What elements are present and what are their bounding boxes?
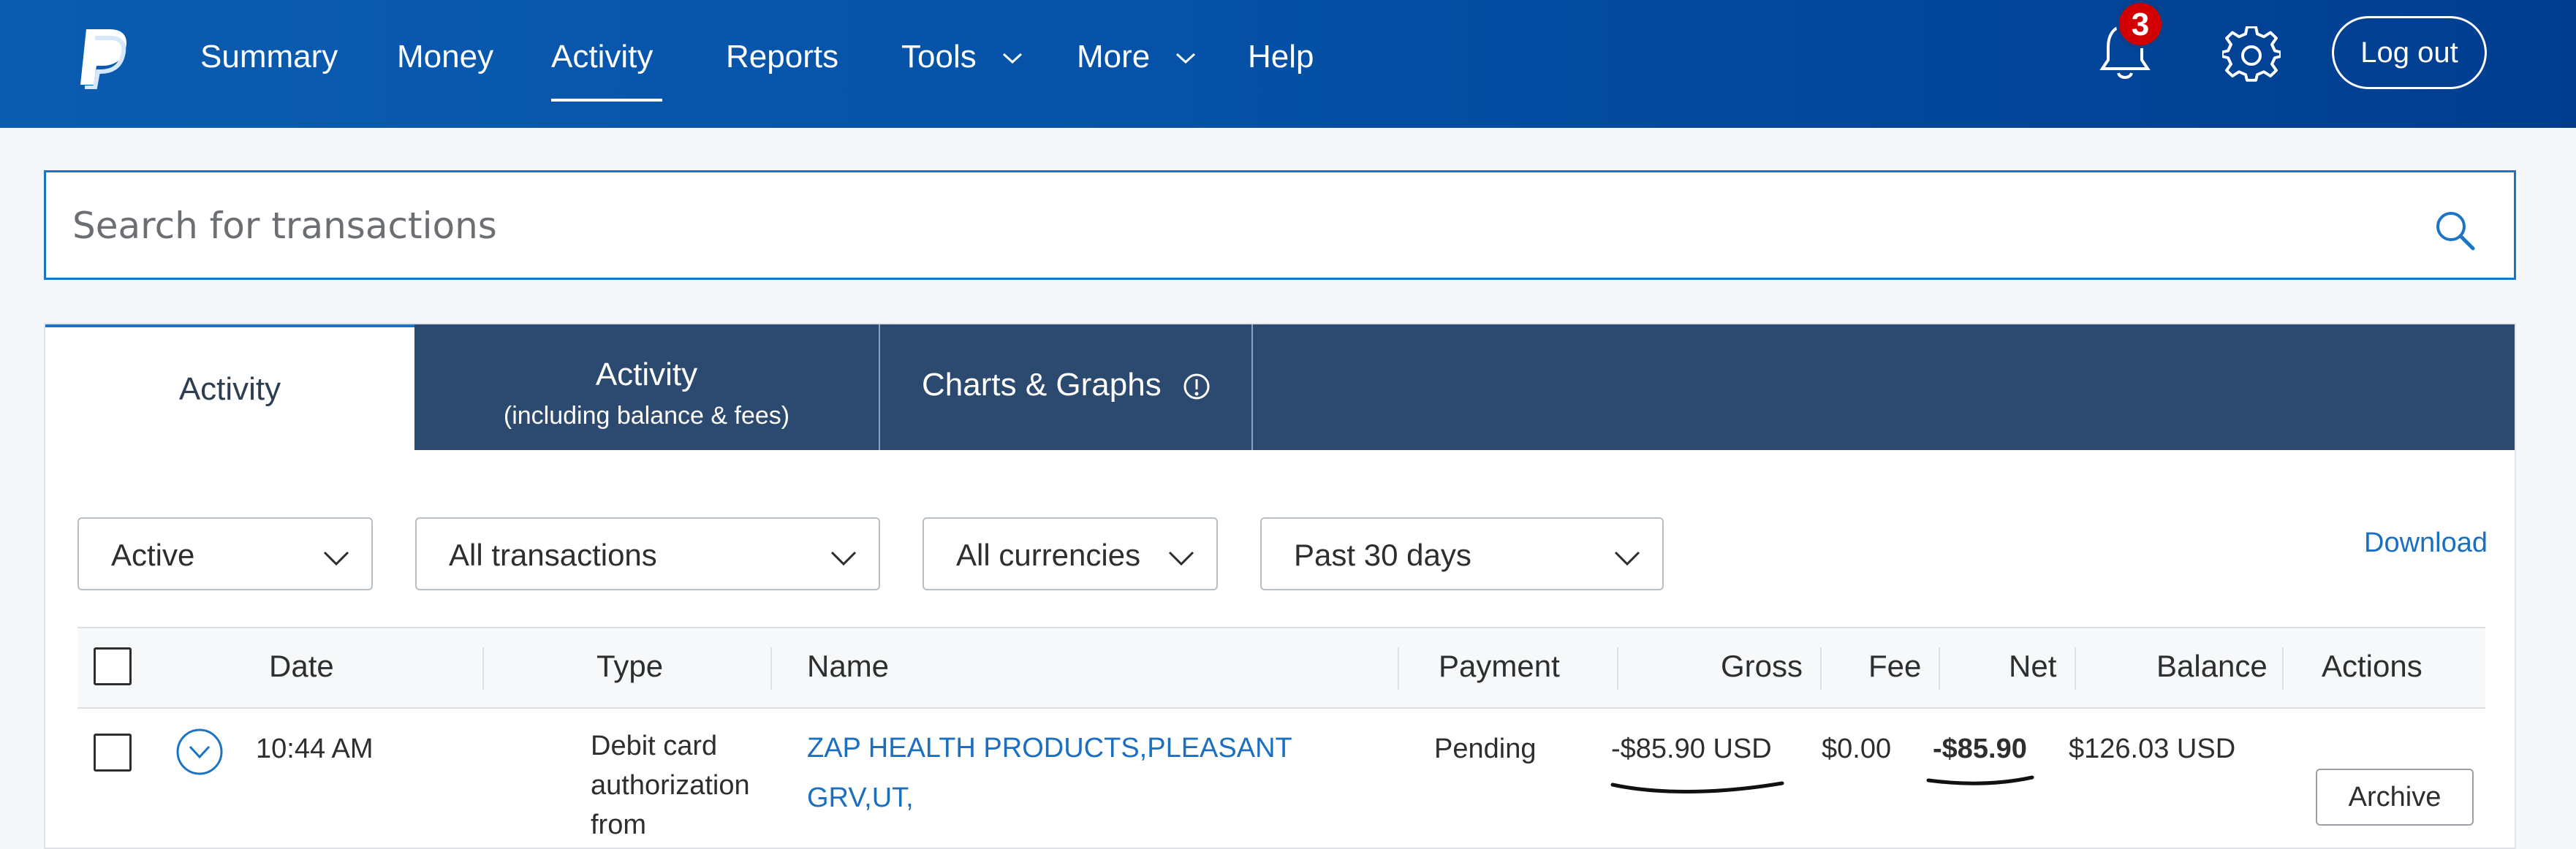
column-header-type[interactable]: Type [596, 649, 663, 684]
tab-activity-balance-fees[interactable]: Activity (including balance & fees) [414, 324, 880, 450]
chevron-down-icon [830, 551, 857, 566]
archive-button[interactable]: Archive [2316, 769, 2474, 826]
column-header-actions: Actions [2322, 649, 2422, 683]
column-header-net[interactable]: Net [2009, 649, 2056, 684]
search-placeholder: Search for transactions [72, 205, 497, 247]
handwritten-underline-mark [1926, 775, 2034, 785]
nav-summary[interactable]: Summary [200, 35, 338, 79]
chevron-down-icon [323, 551, 349, 566]
tab-bar: Activity Activity (including balance & f… [45, 324, 2515, 450]
row-select-checkbox[interactable] [94, 734, 132, 772]
nav-tools[interactable]: Tools [901, 35, 1023, 79]
row-date: 10:44 AM [256, 734, 374, 764]
info-icon[interactable] [1182, 372, 1211, 401]
column-header-payment[interactable]: Payment [1439, 649, 1560, 684]
row-gross-amount: -$85.90 USD [1611, 734, 1772, 764]
download-link[interactable]: Download [2364, 528, 2488, 559]
expand-row-icon[interactable] [175, 728, 224, 776]
row-balance: $126.03 USD [2069, 734, 2236, 764]
chevron-down-icon [1614, 551, 1640, 566]
tab-activity[interactable]: Activity [45, 324, 414, 450]
chevron-down-icon [1176, 53, 1196, 64]
tab-charts-graphs[interactable]: Charts & Graphs [882, 324, 1253, 450]
handwritten-underline-mark [1610, 781, 1784, 793]
column-header-balance[interactable]: Balance [2156, 649, 2268, 684]
column-header-name[interactable]: Name [807, 649, 889, 684]
paypal-logo-icon[interactable] [76, 26, 135, 89]
nav-activity[interactable]: Activity [551, 35, 653, 79]
activity-panel: Activity Activity (including balance & f… [44, 323, 2516, 849]
gear-icon[interactable] [2222, 26, 2281, 85]
nav-money[interactable]: Money [397, 35, 493, 79]
nav-reports[interactable]: Reports [726, 35, 838, 79]
notification-badge: 3 [2116, 0, 2164, 48]
transaction-type-filter-select[interactable]: All transactions [415, 517, 880, 590]
status-filter-select[interactable]: Active [77, 517, 373, 590]
row-fee: $0.00 [1822, 734, 1892, 764]
currency-filter-select[interactable]: All currencies [923, 517, 1218, 590]
column-header-gross[interactable]: Gross [1721, 649, 1803, 684]
logout-button[interactable]: Log out [2332, 16, 2487, 89]
nav-help[interactable]: Help [1248, 35, 1314, 79]
row-merchant-name-link[interactable]: ZAP HEALTH PRODUCTS,PLEASANT GRV,UT, [807, 723, 1363, 823]
search-icon[interactable] [2432, 208, 2476, 251]
chevron-down-icon [1002, 53, 1022, 64]
nav-more[interactable]: More [1077, 35, 1197, 79]
transaction-search-input[interactable]: Search for transactions [44, 170, 2516, 280]
table-header: Date Type Name Payment Gross Fee Net Bal… [77, 627, 2485, 709]
date-range-filter-select[interactable]: Past 30 days [1260, 517, 1664, 590]
column-header-date[interactable]: Date [269, 649, 334, 684]
select-all-checkbox[interactable] [94, 647, 132, 685]
row-payment-status: Pending [1434, 734, 1537, 764]
column-header-fee[interactable]: Fee [1868, 649, 1921, 684]
nav-active-indicator [551, 99, 662, 102]
row-net-amount: -$85.90 [1933, 734, 2027, 764]
chevron-down-icon [1168, 551, 1194, 566]
top-navigation-bar: Summary Money Activity Reports Tools Mor… [0, 0, 2576, 128]
